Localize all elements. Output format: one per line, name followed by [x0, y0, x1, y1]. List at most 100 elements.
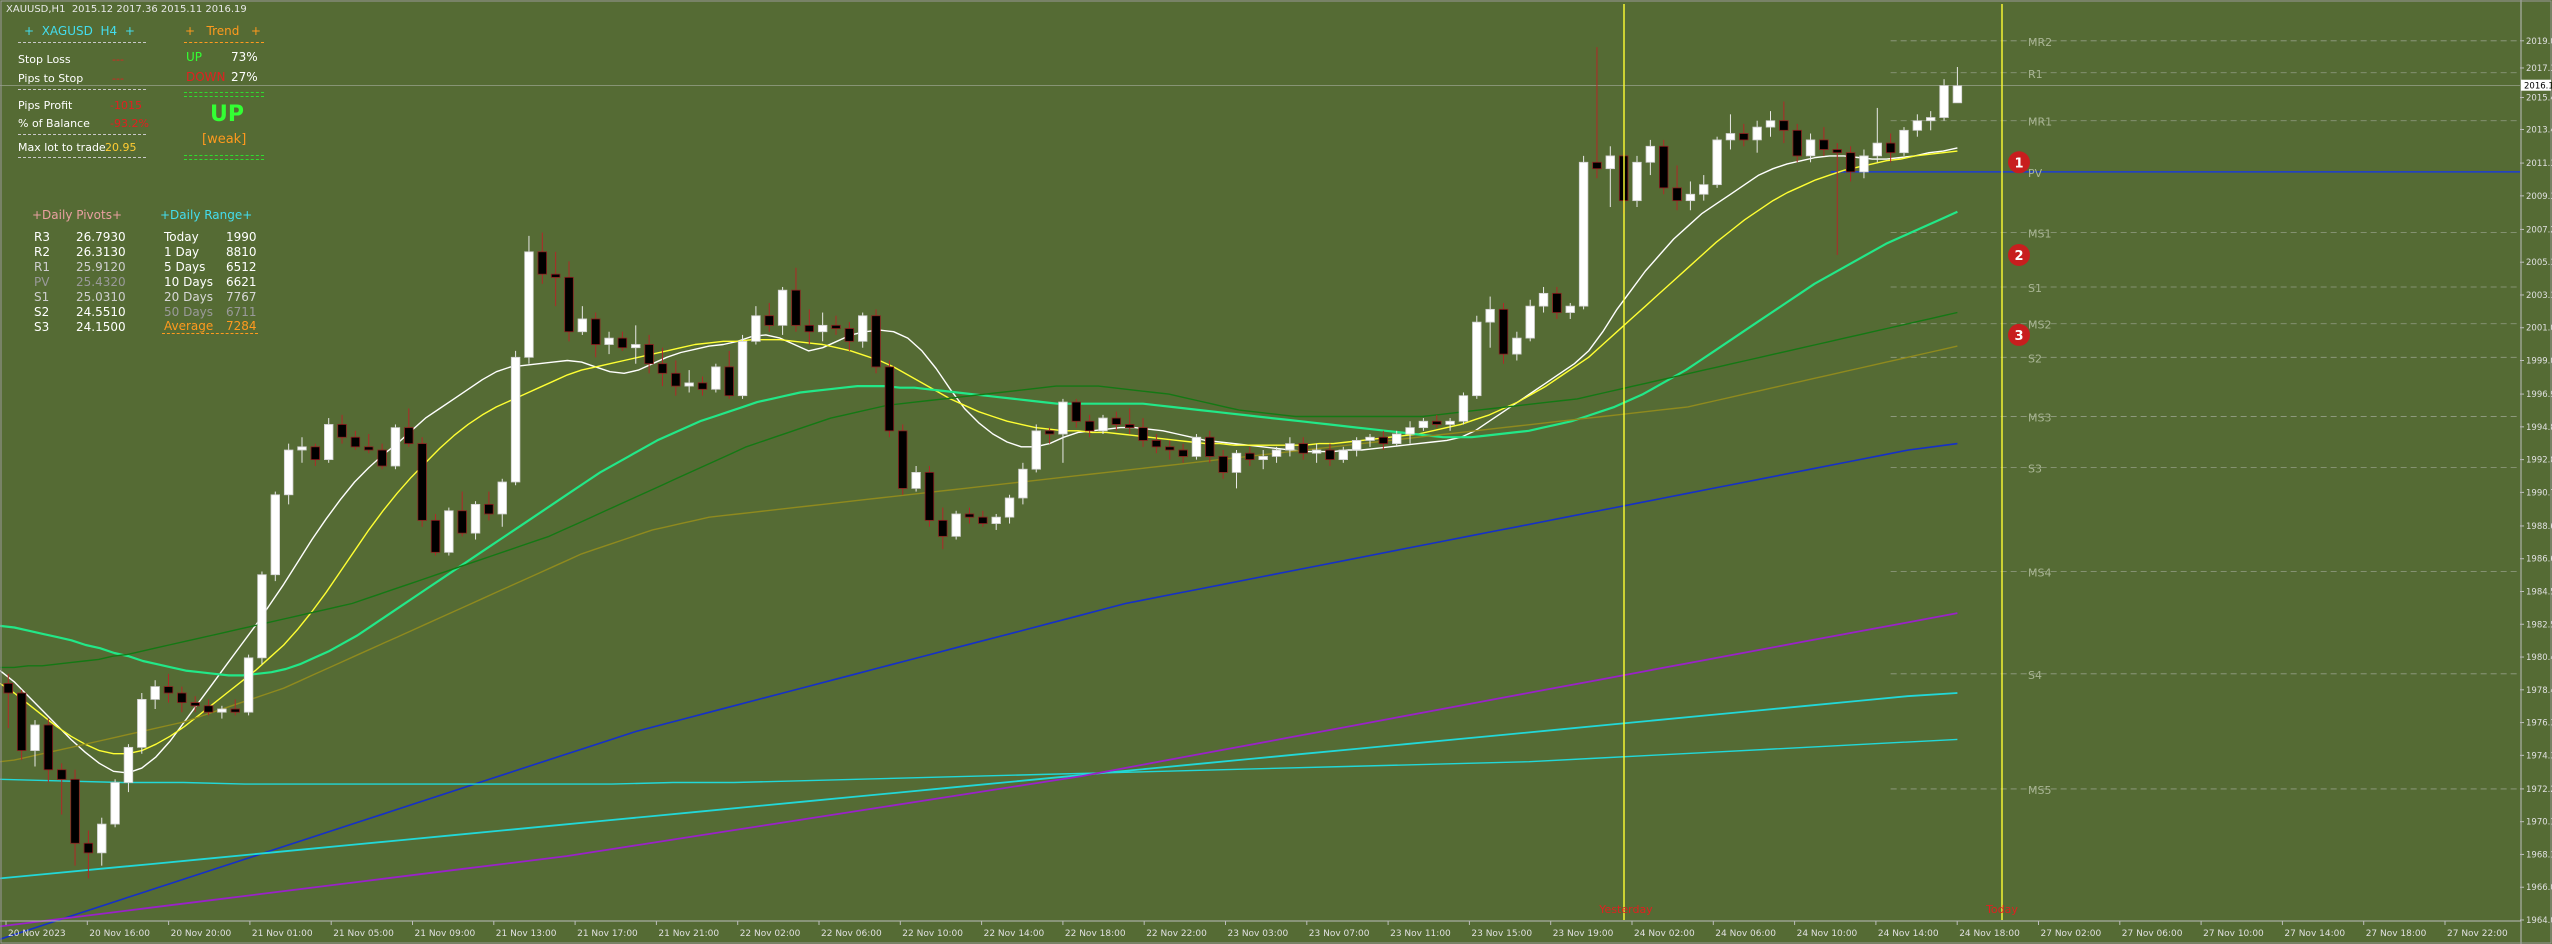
x-tick-label: 21 Nov 05:00 — [333, 929, 394, 939]
up-percent: 73% — [231, 50, 258, 64]
y-tick-label: 1984.55 — [2526, 587, 2552, 597]
pips-profit-label: Pips Profit — [18, 99, 73, 112]
x-tick-label: 27 Nov 14:00 — [2284, 929, 2345, 939]
candle — [110, 779, 120, 828]
range-label: 1 Day — [164, 245, 200, 259]
candle-body — [1125, 424, 1135, 429]
pivot-level-label: MR2 — [2028, 36, 2052, 49]
candle-body — [1458, 395, 1469, 422]
candle-body — [243, 657, 254, 713]
pct-balance-label: % of Balance — [18, 117, 90, 130]
candle-body — [1845, 152, 1856, 173]
divider — [184, 159, 264, 160]
candle-body — [978, 516, 988, 524]
y-tick-label: 2007.20 — [2526, 225, 2552, 235]
y-tick-label: 2009.30 — [2526, 192, 2552, 202]
candle-body — [671, 372, 681, 387]
stop-loss-label: Stop Loss — [18, 53, 71, 66]
candle-body — [1432, 420, 1442, 425]
candle — [924, 466, 935, 527]
candle-body — [697, 382, 708, 390]
candle — [16, 689, 27, 761]
x-tick-label: 21 Nov 01:00 — [252, 929, 313, 939]
pivot-level-label: R1 — [2028, 68, 2043, 81]
candle-body — [1926, 117, 1936, 122]
price-chart[interactable]: MR2 R1 MR1 PV MS1 S1 MS2 S2 MS3 S3 MS4 S4 MS5 Yester… — [0, 0, 2552, 944]
x-tick-label: 27 Nov 10:00 — [2203, 929, 2264, 939]
candle-body — [430, 519, 441, 553]
pivot-value: 25.9120 — [76, 260, 126, 274]
candle — [1939, 79, 1949, 121]
candle — [1712, 136, 1722, 188]
candle-body — [137, 698, 147, 748]
y-tick-label: 1966.05 — [2526, 883, 2552, 893]
candle-body — [1859, 155, 1869, 173]
candle-body — [684, 382, 694, 387]
down-percent: 27% — [231, 70, 258, 84]
candle-body — [30, 724, 40, 751]
candle — [871, 309, 881, 374]
candle-body — [1004, 497, 1015, 518]
candle — [444, 507, 454, 556]
current-price-label: 2016.19 — [2524, 82, 2552, 92]
pips-profit-value: -1015 — [110, 99, 142, 112]
candle-body — [297, 446, 307, 451]
candle-body — [1592, 161, 1602, 170]
pivot-level-label: MS3 — [2028, 411, 2051, 424]
candle-body — [1659, 145, 1669, 189]
candle-body — [377, 449, 387, 467]
pivot-level-label: MS2 — [2028, 319, 2051, 332]
pivot-label: R3 — [34, 230, 50, 244]
candle-body — [97, 823, 107, 854]
candle — [1098, 414, 1108, 435]
candle-body — [1365, 436, 1375, 441]
divider — [18, 134, 146, 135]
y-tick-label: 1974.30 — [2526, 751, 2552, 761]
pivot-level-label: S4 — [2028, 669, 2042, 682]
candle-body — [1498, 308, 1509, 355]
candle-body — [16, 692, 27, 751]
x-tick-label: 22 Nov 06:00 — [821, 929, 882, 939]
pivot-value: 24.5510 — [76, 305, 126, 319]
candle-body — [831, 324, 841, 329]
candle-body — [1552, 292, 1562, 313]
trend-strength: [weak] — [202, 132, 247, 147]
candle-body — [1538, 292, 1549, 307]
candle-body — [1485, 308, 1495, 323]
header-plus: + — [24, 24, 35, 38]
x-tick-label: 20 Nov 2023 — [8, 929, 66, 939]
y-tick-label: 2001.05 — [2526, 324, 2552, 334]
candle-body — [644, 344, 654, 365]
range-label: 50 Days — [164, 305, 214, 319]
range-title: +Daily Range+ — [160, 208, 253, 222]
range-value: 8810 — [226, 245, 257, 259]
header-timeframe: H4 — [100, 24, 118, 38]
y-tick-label: 2015.45 — [2526, 94, 2552, 104]
candle-body — [43, 724, 54, 771]
max-lot-value: 20.95 — [105, 141, 137, 154]
candle-body — [203, 705, 214, 713]
x-tick-label: 23 Nov 03:00 — [1228, 929, 1289, 939]
candle-body — [591, 318, 601, 345]
candle-body — [858, 315, 868, 342]
candle-body — [457, 510, 467, 534]
candle-body — [1512, 337, 1522, 355]
up-label: UP — [186, 50, 203, 64]
candle — [898, 424, 908, 495]
candle — [1458, 392, 1469, 425]
x-tick-label: 22 Nov 22:00 — [1146, 929, 1207, 939]
candle-body — [924, 472, 935, 521]
pct-balance-value: -93.2% — [110, 117, 149, 130]
x-tick-label: 27 Nov 18:00 — [2366, 929, 2427, 939]
x-tick-label: 23 Nov 19:00 — [1553, 929, 1614, 939]
candle-body — [657, 363, 668, 374]
pips-to-stop-label: Pips to Stop — [18, 72, 84, 85]
x-tick-label: 27 Nov 02:00 — [2041, 929, 2102, 939]
candle-body — [751, 315, 761, 342]
max-lot-label: Max lot to trade — [18, 141, 106, 154]
candle-body — [1739, 133, 1749, 141]
candle-body — [1725, 133, 1736, 141]
candle-body — [1645, 145, 1656, 163]
candle-body — [1231, 452, 1242, 473]
x-tick-label: 20 Nov 20:00 — [171, 929, 232, 939]
